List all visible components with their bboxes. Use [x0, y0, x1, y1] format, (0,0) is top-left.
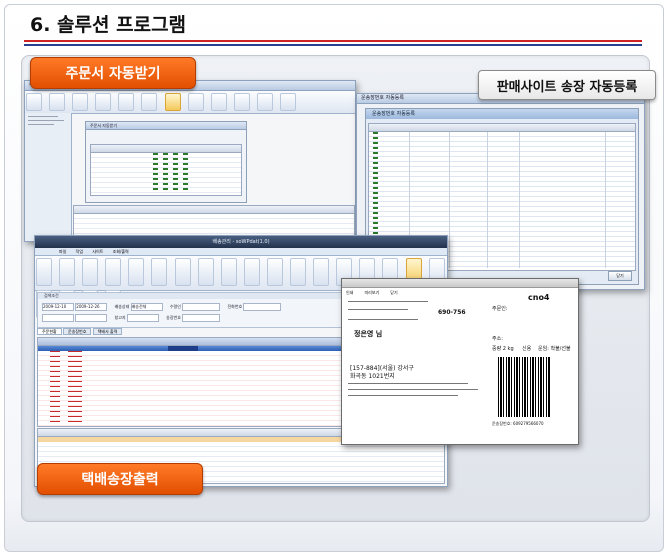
ribbon-button[interactable] — [220, 258, 237, 286]
invoice-barcode — [498, 357, 550, 417]
ribbon-button[interactable] — [210, 93, 227, 111]
order-inner-dialog-title: 주문서 자동받기 — [86, 122, 246, 130]
phone-input[interactable] — [243, 303, 282, 311]
ribbon-button[interactable] — [266, 258, 283, 286]
ribbon-button[interactable] — [72, 93, 89, 111]
invoice-inner-title: 운송장번호 자동등록 — [366, 109, 638, 119]
label-preview-toolbar: 인쇄 미리보기 닫기 — [342, 279, 578, 295]
main-window-titlebar: 배송관리 - soWPdat(1.0) — [35, 236, 447, 248]
tab-print[interactable]: 조회/출력 — [113, 249, 129, 254]
tab-work[interactable]: 작업 — [76, 249, 83, 254]
order-inner-dialog: 주문서 자동받기 — [85, 121, 247, 203]
invoice-number: 운송장번호: 609279566070 — [492, 421, 544, 426]
tab-site[interactable]: 사이트 — [92, 249, 103, 254]
postal-code: 690-756 — [438, 309, 466, 316]
order-window-ribbon — [25, 91, 355, 114]
ribbon-button-active[interactable] — [164, 93, 181, 111]
badge-order-receive: 주문서 자동받기 — [30, 57, 196, 89]
ribbon-button[interactable] — [59, 258, 76, 286]
ribbon-button[interactable] — [233, 93, 250, 111]
badge-invoice-register: 판매사이트 송장 자동등록 — [478, 70, 656, 100]
ribbon-button[interactable] — [197, 258, 214, 286]
date-to-input[interactable]: 2009-12-26 — [75, 303, 108, 311]
filter-select[interactable] — [42, 314, 74, 322]
ribbon-button[interactable] — [187, 93, 204, 111]
site-select[interactable]: 배송전체 — [130, 303, 163, 311]
payment-text: 신용 — [522, 346, 532, 352]
tab-invoice-number[interactable]: 운송장번호 — [63, 328, 92, 335]
ribbon-button[interactable] — [313, 258, 330, 286]
site-label: 배송상태 — [114, 304, 130, 309]
preview-button[interactable]: 미리보기 — [364, 290, 379, 295]
invoice-label: 송장번호 — [166, 315, 181, 320]
fee-text: 운임: 착불/선불 — [538, 346, 571, 352]
ribbon-button[interactable] — [26, 93, 42, 111]
receiver-name: 정은영 님 — [354, 330, 383, 338]
ribbon-button[interactable] — [95, 93, 112, 111]
ribbon-button[interactable] — [256, 93, 273, 111]
courier-logo: cno4 — [528, 293, 550, 302]
receiver-input[interactable] — [182, 303, 221, 311]
ribbon-button[interactable] — [49, 93, 66, 111]
address-line-2: 화곡동 1021번지 — [350, 373, 395, 380]
ribbon-button[interactable] — [290, 258, 307, 286]
ribbon-button[interactable] — [118, 93, 135, 111]
title-rule-blue — [24, 44, 642, 46]
weight-text: 중량 2 kg — [492, 346, 514, 352]
grid-tab-strip: 주문현황 운송장번호 택배사 출력 — [37, 328, 123, 335]
sender-title: 주문인: — [492, 306, 508, 312]
ribbon-button[interactable] — [82, 258, 99, 286]
ribbon-button[interactable] — [243, 258, 260, 286]
phone-label: 전화번호 — [227, 304, 243, 309]
receiver-label: 수령인 — [169, 304, 181, 309]
ribbon-button[interactable] — [151, 258, 168, 286]
ribbon-button[interactable] — [128, 258, 145, 286]
date-from-input[interactable]: 2009-12-10 — [42, 303, 74, 311]
ribbon-button[interactable] — [36, 258, 52, 286]
ribbon-button[interactable] — [141, 93, 158, 111]
ribbon-button[interactable] — [105, 258, 122, 286]
filter-select[interactable] — [75, 314, 108, 322]
page-title: 6. 솔루션 프로그램 — [30, 14, 187, 36]
print-button[interactable]: 인쇄 — [346, 290, 353, 295]
order-receive-window: 주문서 자동받기 주문서 자동받기 — [24, 80, 356, 242]
invoice-input[interactable] — [182, 314, 221, 322]
ribbon-button[interactable] — [174, 258, 191, 286]
warehouse-select[interactable] — [126, 314, 159, 322]
tab-courier-print[interactable]: 택배사 출력 — [92, 328, 123, 335]
badge-courier-print: 택배송장출력 — [37, 463, 203, 495]
address-label: 주소: — [492, 336, 503, 342]
tab-file[interactable]: 파일 — [59, 249, 66, 254]
warehouse-label: 창고지 — [114, 315, 126, 320]
courier-label-preview: 인쇄 미리보기 닫기 cno4 690-756 주문인: 정은영 님 주소: 중… — [341, 278, 579, 445]
main-window-tabs: 파일 작업 사이트 조회/출력 — [35, 248, 447, 256]
order-inner-grid — [90, 144, 242, 196]
tab-order-status[interactable]: 주문현황 — [37, 328, 62, 335]
ribbon-button[interactable] — [280, 93, 297, 111]
order-window-sidebar — [25, 113, 72, 241]
invoice-close-button[interactable]: 닫기 — [608, 271, 632, 281]
title-rule-red — [24, 40, 642, 42]
close-button[interactable]: 닫기 — [390, 290, 397, 295]
